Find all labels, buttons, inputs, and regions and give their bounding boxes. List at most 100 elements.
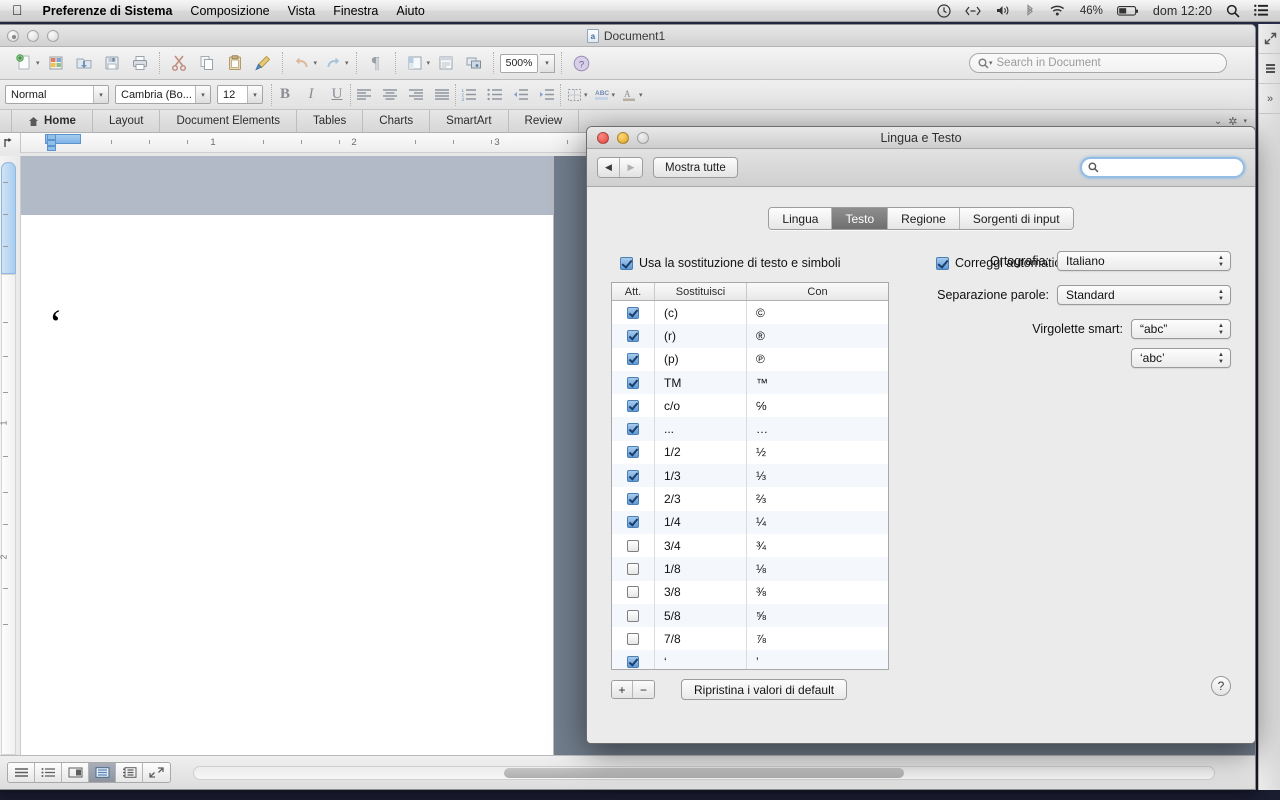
row-enabled-cell[interactable]	[612, 627, 655, 651]
ribbon-tab-document-elements[interactable]: Document Elements	[160, 110, 298, 132]
tab-lingua[interactable]: Lingua	[769, 208, 833, 229]
row-with-cell[interactable]: ℗	[747, 348, 888, 371]
align-right-button[interactable]	[403, 83, 429, 107]
row-enabled-cell[interactable]	[612, 650, 655, 669]
table-row[interactable]: 1/4 ¼	[612, 510, 888, 534]
table-row[interactable]: 3/4 ¾	[612, 533, 888, 558]
prefs-titlebar[interactable]: Lingua e Testo	[587, 127, 1255, 149]
row-checkbox[interactable]	[627, 423, 639, 436]
row-with-cell[interactable]: ®	[747, 324, 888, 347]
zoom-stepper[interactable]: ▾	[540, 53, 556, 73]
underline-button[interactable]: U	[324, 83, 350, 107]
row-checkbox[interactable]	[627, 493, 639, 506]
search-in-document-field[interactable]: ▾	[969, 53, 1227, 73]
stepper-arrows-icon[interactable]: ▲ ▼	[1216, 322, 1226, 337]
header-footer-button[interactable]	[433, 50, 459, 76]
smartquotes-single-popup[interactable]: ‘abc’ ▲ ▼	[1131, 348, 1231, 368]
table-row[interactable]: ...…	[612, 417, 888, 441]
ribbon-tab-tables[interactable]: Tables	[297, 110, 364, 132]
tab-regione[interactable]: Regione	[888, 208, 960, 229]
view-mode-buttons[interactable]	[7, 762, 171, 783]
spotlight-search-icon[interactable]	[1219, 0, 1247, 22]
row-enabled-cell[interactable]	[612, 394, 655, 418]
tab-stop-selector[interactable]	[0, 133, 21, 153]
word-format-bar[interactable]: Normal ▾ Cambria (Bo... ▾ 12 ▾ B I U 123…	[0, 80, 1255, 110]
ribbon-tab-review[interactable]: Review	[509, 110, 580, 132]
system-preferences-window[interactable]: Lingua e Testo ◀ ▶ Mostra tutte Lingua T…	[586, 126, 1256, 744]
row-enabled-cell[interactable]	[612, 487, 655, 511]
word-titlebar[interactable]: a Document1	[0, 25, 1255, 47]
hyphenation-popup[interactable]: Standard ▲ ▼	[1057, 285, 1231, 305]
fullscreen-view-button[interactable]	[143, 763, 170, 782]
font-color-menu-arrow[interactable]: ▾	[639, 91, 643, 99]
row-enabled-cell[interactable]	[612, 533, 655, 558]
left-indent-marker[interactable]	[47, 146, 56, 151]
row-enabled-cell[interactable]	[612, 580, 655, 604]
row-checkbox[interactable]	[627, 632, 639, 645]
row-checkbox[interactable]	[627, 353, 639, 366]
paste-button[interactable]	[222, 50, 248, 76]
prefs-search-field[interactable]	[1080, 157, 1245, 178]
search-options-arrow[interactable]: ▾	[989, 59, 993, 67]
row-enabled-cell[interactable]	[612, 603, 655, 628]
row-enabled-cell[interactable]	[612, 440, 655, 465]
new-document-menu-arrow[interactable]: ▾	[36, 59, 40, 67]
row-checkbox[interactable]	[627, 469, 639, 482]
redo-button[interactable]	[320, 50, 346, 76]
borders-menu-arrow[interactable]: ▾	[584, 91, 588, 99]
stepper-arrows-icon[interactable]: ▲ ▼	[1216, 288, 1226, 303]
stepper-arrows-icon[interactable]: ▲ ▼	[1216, 254, 1226, 269]
prefs-search-input[interactable]	[1103, 161, 1233, 174]
ribbon-tab-layout[interactable]: Layout	[93, 110, 161, 132]
row-replace-cell[interactable]: c/o	[655, 394, 747, 418]
bold-button[interactable]: B	[272, 83, 298, 107]
notification-center-icon[interactable]	[1247, 0, 1280, 22]
row-checkbox[interactable]	[627, 562, 639, 575]
row-replace-cell[interactable]: 1/3	[655, 464, 747, 488]
ribbon-tab-smartart[interactable]: SmartArt	[430, 110, 509, 132]
document-page[interactable]: ‘	[21, 156, 554, 755]
prefs-tab-bar[interactable]: Lingua Testo Regione Sorgenti di input	[587, 207, 1255, 230]
stepper-arrows-icon[interactable]: ▲ ▼	[1216, 351, 1226, 366]
table-row[interactable]: 1/8 ⅛	[612, 557, 888, 581]
notebook-view-button[interactable]	[116, 763, 143, 782]
row-enabled-cell[interactable]	[612, 324, 655, 348]
add-remove-buttons[interactable]: + −	[611, 680, 655, 699]
row-with-cell[interactable]: ⅝	[747, 604, 888, 627]
row-enabled-cell[interactable]	[612, 370, 655, 395]
decrease-indent-button[interactable]	[508, 83, 534, 107]
row-with-cell[interactable]: ’	[747, 650, 888, 669]
increase-indent-button[interactable]	[534, 83, 560, 107]
back-button[interactable]: ◀	[598, 158, 620, 177]
row-with-cell[interactable]: ⅔	[747, 487, 888, 510]
show-all-button[interactable]: Mostra tutte	[653, 157, 738, 178]
row-with-cell[interactable]: ⅞	[747, 627, 888, 650]
prefs-nav-segment[interactable]: ◀ ▶	[597, 157, 643, 178]
table-row[interactable]: 3/8 ⅜	[612, 580, 888, 604]
row-with-cell[interactable]: ⅛	[747, 557, 888, 580]
align-center-button[interactable]	[377, 83, 403, 107]
row-with-cell[interactable]: ⅓	[747, 464, 888, 487]
substitution-checkbox[interactable]	[620, 256, 633, 270]
substitution-checkbox-row[interactable]: Usa la sostituzione di testo e simboli	[620, 256, 840, 270]
horizontal-scrollbar[interactable]	[193, 765, 1215, 780]
row-enabled-cell[interactable]	[612, 417, 655, 441]
word-toolbar[interactable]: ▾ ▾ ▾ ¶ ▾ 500% ▾ ? ▾ Search in Document	[0, 47, 1255, 80]
show-formatting-button[interactable]: ¶	[363, 50, 389, 76]
row-replace-cell[interactable]: ...	[655, 417, 747, 441]
apple-icon[interactable]: 	[0, 3, 34, 17]
bulleted-list-button[interactable]	[482, 83, 508, 107]
table-row[interactable]: (r) ®	[612, 324, 888, 348]
substitution-table[interactable]: Att. Sostituisci Con (c) © (r) ® (p) ℗ TM ™ c/o ℅…	[611, 282, 889, 670]
row-with-cell[interactable]: ½	[747, 441, 888, 464]
row-with-cell[interactable]: ⅜	[747, 581, 888, 604]
spelling-popup[interactable]: Italiano ▲ ▼	[1057, 251, 1231, 271]
publishing-view-button[interactable]	[62, 763, 89, 782]
menu-item-vista[interactable]: Vista	[279, 0, 325, 22]
help-button[interactable]: ?	[1211, 676, 1231, 696]
align-justify-button[interactable]	[429, 83, 455, 107]
row-replace-cell[interactable]: (p)	[655, 347, 747, 371]
undo-button[interactable]	[289, 50, 315, 76]
row-replace-cell[interactable]: ‘	[655, 650, 747, 669]
redo-menu-arrow[interactable]: ▾	[345, 59, 349, 67]
